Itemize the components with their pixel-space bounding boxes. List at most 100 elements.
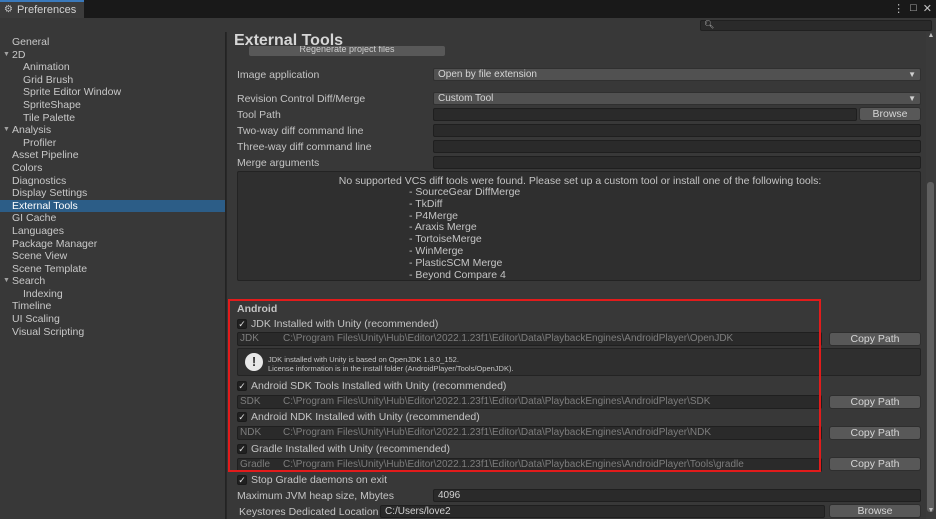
sidebar-item-external-tools[interactable]: External Tools	[0, 199, 225, 213]
sidebar-item-label: Asset Pipeline	[12, 149, 79, 162]
gradle-copy-path-button[interactable]: Copy Path	[829, 457, 921, 471]
vcs-tool-item: - Beyond Compare 4	[409, 268, 506, 281]
gradle-checkbox[interactable]: ✓	[237, 444, 247, 454]
ndk-checkbox-row[interactable]: ✓ Android NDK Installed with Unity (reco…	[237, 411, 480, 423]
sdk-copy-path-button[interactable]: Copy Path	[829, 395, 921, 409]
main-scrollbar[interactable]: ▲ ▼	[926, 32, 936, 519]
sidebar-item-asset-pipeline[interactable]: Asset Pipeline	[0, 149, 225, 162]
sidebar-item-indexing[interactable]: Indexing	[0, 288, 225, 301]
sidebar-item-tile-palette[interactable]: Tile Palette	[0, 112, 225, 125]
sidebar-item-visual-scripting[interactable]: Visual Scripting	[0, 326, 225, 339]
sidebar-item-gi-cache[interactable]: GI Cache	[0, 212, 225, 225]
sidebar-item-ui-scaling[interactable]: UI Scaling	[0, 313, 225, 326]
tab-preferences[interactable]: ⚙ Preferences	[0, 0, 84, 18]
revision-control-dropdown[interactable]: Custom Tool ▼	[433, 92, 921, 105]
jdk-checkbox-row[interactable]: ✓ JDK Installed with Unity (recommended)	[237, 318, 438, 330]
search-input[interactable]: 🔍︎	[700, 20, 932, 31]
two-way-diff-field[interactable]	[433, 124, 921, 137]
sidebar-item-diagnostics[interactable]: Diagnostics	[0, 175, 225, 188]
gradle-path-field: Gradle C:\Program Files\Unity\Hub\Editor…	[237, 458, 822, 472]
sidebar-item-label: Indexing	[23, 287, 63, 300]
sidebar-item-scene-view[interactable]: Scene View	[0, 250, 225, 263]
sidebar-item-spriteshape[interactable]: SpriteShape	[0, 99, 225, 112]
ndk-checkbox[interactable]: ✓	[237, 412, 247, 422]
jdk-checkbox[interactable]: ✓	[237, 319, 247, 329]
sidebar-item-label: Profiler	[23, 136, 57, 149]
vcs-tool-list: - SourceGear DiffMerge - TkDiff - P4Merge -…	[409, 186, 520, 281]
close-icon[interactable]: ✕	[923, 2, 932, 15]
image-application-dropdown[interactable]: Open by file extension ▼	[433, 68, 921, 81]
stop-gradle-checkbox[interactable]: ✓	[237, 475, 247, 485]
sidebar-item-label: 2D	[12, 48, 26, 61]
sidebar-item-label: Search	[12, 275, 46, 288]
tab-title: Preferences	[16, 4, 77, 16]
sidebar-item-general[interactable]: General	[0, 36, 225, 49]
jdk-path-label: JDK	[240, 333, 259, 344]
info-icon: !	[245, 353, 263, 371]
search-bar-row: 🔍︎	[0, 18, 936, 32]
page-title: External Tools	[234, 32, 344, 49]
scroll-down-icon[interactable]: ▼	[926, 507, 936, 519]
sidebar-item-label: Tile Palette	[23, 111, 76, 124]
sidebar: General ▼ 2D Animation Grid Brush Sprite Edit…	[0, 32, 226, 519]
jdk-info-text: JDK installed with Unity is based on Ope…	[268, 355, 514, 373]
sidebar-item-languages[interactable]: Languages	[0, 225, 225, 238]
window-controls: ⋮ □ ✕	[893, 2, 932, 15]
sidebar-item-sprite-editor-window[interactable]: Sprite Editor Window	[0, 86, 225, 99]
chevron-down-icon[interactable]: ▼	[3, 124, 10, 137]
scroll-up-icon[interactable]: ▲	[926, 32, 936, 44]
sdk-path-label: SDK	[240, 396, 261, 407]
jdk-path-value: C:\Program Files\Unity\Hub\Editor\2022.1…	[283, 333, 734, 344]
sidebar-item-label: Scene View	[12, 250, 68, 263]
sidebar-item-scene-template[interactable]: Scene Template	[0, 263, 225, 276]
keystores-label: Keystores Dedicated Location	[239, 506, 379, 518]
vcs-tool-item: - TkDiff	[409, 197, 443, 210]
sidebar-item-timeline[interactable]: Timeline	[0, 300, 225, 313]
sdk-checkbox-row[interactable]: ✓ Android SDK Tools Installed with Unity…	[237, 380, 506, 392]
sidebar-item-display-settings[interactable]: Display Settings	[0, 187, 225, 200]
vcs-help-box: No supported VCS diff tools were found. …	[237, 171, 921, 281]
gear-icon: ⚙	[4, 4, 13, 15]
chevron-down-icon[interactable]: ▼	[3, 275, 10, 288]
sidebar-item-analysis[interactable]: ▼ Analysis	[0, 124, 225, 137]
tool-path-browse-button[interactable]: Browse	[859, 107, 921, 121]
sidebar-item-grid-brush[interactable]: Grid Brush	[0, 74, 225, 87]
jdk-info-line1: JDK installed with Unity is based on Ope…	[268, 355, 459, 364]
jvm-heap-label: Maximum JVM heap size, Mbytes	[237, 490, 394, 502]
keystores-browse-button[interactable]: Browse	[829, 504, 921, 518]
revision-control-label: Revision Control Diff/Merge	[237, 93, 366, 105]
sidebar-item-label: Scene Template	[12, 262, 88, 275]
stop-gradle-row[interactable]: ✓ Stop Gradle daemons on exit	[237, 474, 387, 486]
scroll-thumb[interactable]	[927, 182, 934, 512]
chevron-down-icon[interactable]: ▼	[3, 49, 10, 62]
sidebar-item-label: Package Manager	[12, 237, 98, 250]
ndk-copy-path-button[interactable]: Copy Path	[829, 426, 921, 440]
sdk-path-field: SDK C:\Program Files\Unity\Hub\Editor\20…	[237, 395, 822, 409]
tool-path-field[interactable]	[433, 108, 857, 121]
sdk-checkbox[interactable]: ✓	[237, 381, 247, 391]
jdk-path-field: JDK C:\Program Files\Unity\Hub\Editor\20…	[237, 332, 822, 346]
keystores-field[interactable]: C:/Users/love2	[380, 505, 825, 518]
sidebar-item-label: SpriteShape	[23, 98, 81, 111]
sidebar-item-profiler[interactable]: Profiler	[0, 137, 225, 150]
sidebar-item-animation[interactable]: Animation	[0, 61, 225, 74]
chevron-down-icon: ▼	[908, 70, 916, 79]
jdk-copy-path-button[interactable]: Copy Path	[829, 332, 921, 346]
sidebar-item-search[interactable]: ▼ Search	[0, 275, 225, 288]
jvm-heap-field[interactable]: 4096	[433, 489, 921, 502]
three-way-diff-field[interactable]	[433, 140, 921, 153]
gradle-checkbox-row[interactable]: ✓ Gradle Installed with Unity (recommend…	[237, 443, 450, 455]
stop-gradle-label: Stop Gradle daemons on exit	[251, 474, 387, 486]
sidebar-item-2d[interactable]: ▼ 2D	[0, 49, 225, 62]
vcs-tool-item: - WinMerge	[409, 244, 464, 257]
sdk-checkbox-label: Android SDK Tools Installed with Unity (…	[251, 380, 507, 392]
sidebar-item-package-manager[interactable]: Package Manager	[0, 238, 225, 251]
merge-arguments-field[interactable]	[433, 156, 921, 169]
vcs-message: No supported VCS diff tools were found. …	[338, 175, 822, 187]
sidebar-item-label: Grid Brush	[23, 73, 74, 86]
more-options-icon[interactable]: ⋮	[893, 2, 904, 15]
sidebar-item-colors[interactable]: Colors	[0, 162, 225, 175]
maximize-icon[interactable]: □	[910, 2, 917, 15]
chevron-down-icon: ▼	[908, 94, 916, 103]
android-section-title: Android	[237, 303, 278, 315]
